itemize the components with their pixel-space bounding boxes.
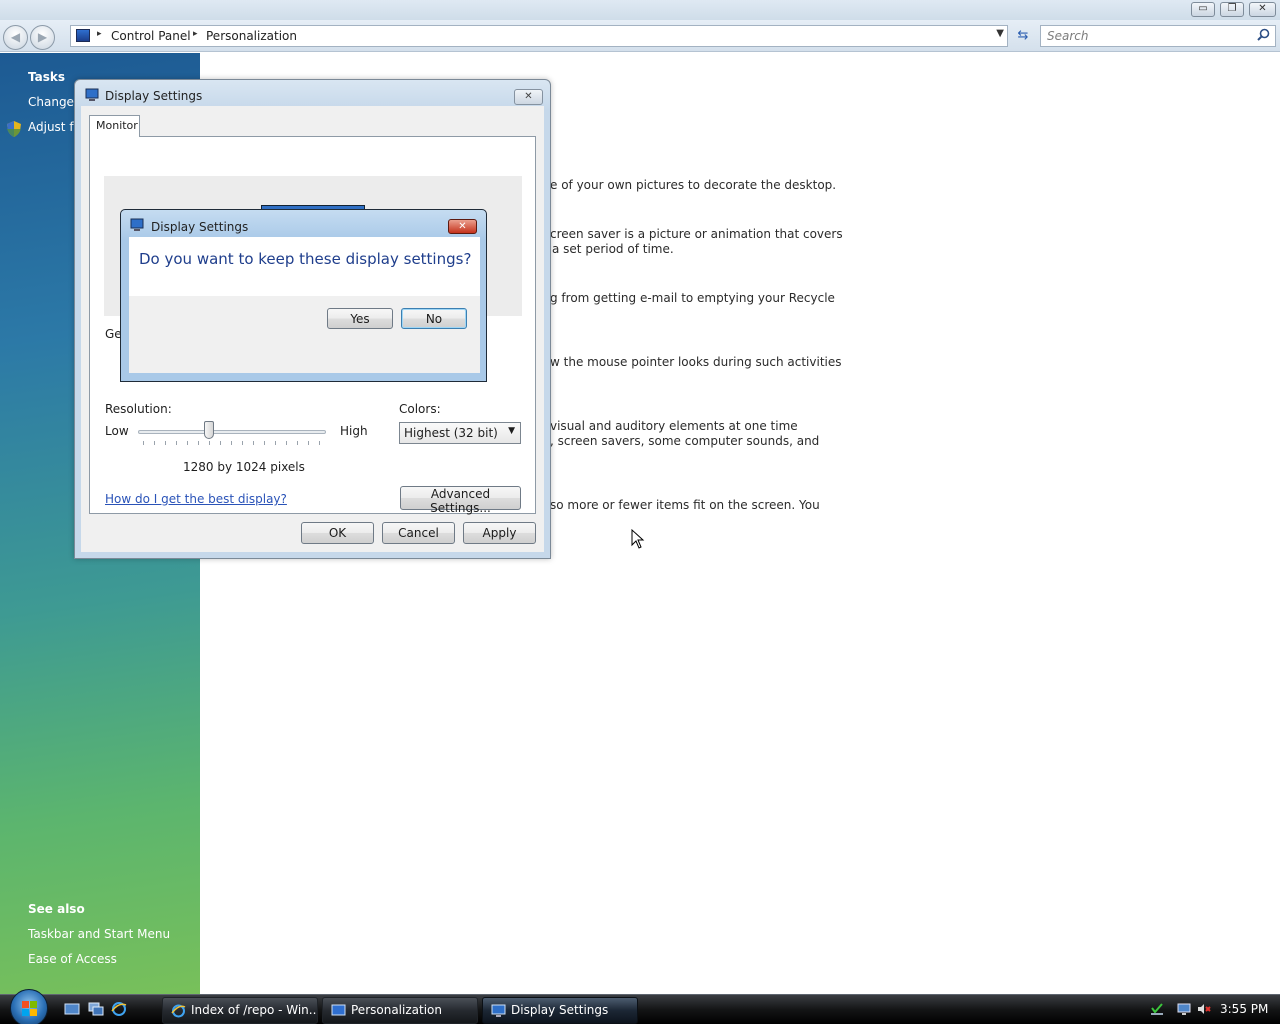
volume-muted-icon[interactable] bbox=[1197, 1002, 1211, 1016]
desc-display-settings: so more or fewer items fit on the screen… bbox=[550, 498, 820, 512]
colors-label: Colors: bbox=[399, 402, 441, 416]
colors-selected-value: Highest (32 bit) bbox=[404, 426, 498, 440]
window-title-bar: ▭ ❐ ✕ bbox=[0, 0, 1280, 20]
display-settings-icon bbox=[85, 88, 99, 101]
taskbar: Index of /repo - Win... Personalization … bbox=[0, 989, 1280, 1024]
desc-sounds: g from getting e-mail to emptying your R… bbox=[550, 291, 835, 305]
slider-tick bbox=[264, 441, 265, 445]
display-settings-icon bbox=[130, 218, 144, 231]
close-button[interactable]: ✕ bbox=[1249, 2, 1276, 17]
slider-tick bbox=[297, 441, 298, 445]
back-icon[interactable]: ◀ bbox=[3, 25, 28, 50]
cancel-button[interactable]: Cancel bbox=[382, 522, 455, 544]
confirm-button-area: Yes No bbox=[129, 296, 480, 373]
help-link[interactable]: How do I get the best display? bbox=[105, 492, 287, 506]
resolution-slider-thumb[interactable] bbox=[204, 421, 214, 439]
see-also-heading: See also bbox=[28, 902, 85, 916]
resolution-low-label: Low bbox=[105, 424, 129, 438]
minimize-button[interactable]: ▭ bbox=[1191, 2, 1215, 17]
taskbar-item-label: Personalization bbox=[351, 1003, 442, 1017]
desc-screen-saver-2: a set period of time. bbox=[552, 242, 674, 256]
slider-tick bbox=[154, 441, 155, 445]
confirm-message-area: Do you want to keep these display settin… bbox=[129, 237, 480, 296]
slider-tick bbox=[308, 441, 309, 445]
slider-tick bbox=[242, 441, 243, 445]
desc-theme-1: visual and auditory elements at one time bbox=[550, 419, 798, 433]
breadcrumb-separator-icon: ▸ bbox=[97, 29, 102, 39]
desc-screen-saver-1: creen saver is a picture or animation th… bbox=[550, 227, 843, 241]
confirm-close-button[interactable]: ✕ bbox=[448, 219, 477, 234]
see-also-ease-of-access[interactable]: Ease of Access bbox=[28, 952, 117, 966]
slider-tick bbox=[198, 441, 199, 445]
slider-tick bbox=[319, 441, 320, 445]
slider-tick bbox=[176, 441, 177, 445]
chevron-down-icon: ▼ bbox=[508, 426, 515, 436]
ok-button[interactable]: OK bbox=[301, 522, 374, 544]
taskbar-item-browser[interactable]: Index of /repo - Win... bbox=[162, 997, 318, 1024]
internet-explorer-icon[interactable] bbox=[111, 1002, 127, 1016]
taskbar-clock[interactable]: 3:55 PM bbox=[1220, 1002, 1268, 1016]
monitor-tray-icon[interactable] bbox=[1177, 1002, 1191, 1016]
slider-tick bbox=[231, 441, 232, 445]
switch-windows-icon[interactable] bbox=[88, 1002, 104, 1016]
taskbar-item-label: Index of /repo - Win... bbox=[191, 1003, 318, 1017]
slider-tick bbox=[253, 441, 254, 445]
resolution-high-label: High bbox=[340, 424, 368, 438]
search-placeholder: Search bbox=[1047, 29, 1089, 43]
taskbar-item-personalization[interactable]: Personalization bbox=[322, 997, 478, 1024]
slider-tick bbox=[286, 441, 287, 445]
slider-tick bbox=[143, 441, 144, 445]
control-panel-icon bbox=[76, 29, 90, 42]
resolution-label: Resolution: bbox=[105, 402, 172, 416]
confirm-dialog: Display Settings ✕ Do you want to keep t… bbox=[120, 209, 487, 382]
breadcrumb-personalization[interactable]: Personalization bbox=[206, 29, 297, 43]
slider-tick bbox=[275, 441, 276, 445]
taskbar-item-label: Display Settings bbox=[511, 1003, 609, 1017]
network-tray-icon[interactable] bbox=[1150, 1002, 1164, 1016]
slider-tick bbox=[209, 441, 210, 445]
refresh-icon[interactable]: ⇆ bbox=[1012, 27, 1034, 45]
tab-monitor[interactable]: Monitor bbox=[89, 115, 140, 137]
display-settings-icon bbox=[491, 1004, 506, 1017]
dialog-title: Display Settings bbox=[105, 89, 203, 103]
slider-tick bbox=[220, 441, 221, 445]
resolution-slider[interactable] bbox=[138, 430, 326, 434]
no-button[interactable]: No bbox=[401, 308, 467, 329]
task-link-change[interactable]: Change bbox=[28, 95, 74, 109]
control-panel-icon bbox=[331, 1004, 346, 1016]
mouse-pointer-icon bbox=[631, 529, 645, 549]
search-input[interactable]: Search bbox=[1040, 25, 1276, 47]
address-bar[interactable]: ▸ Control Panel ▸ Personalization ▼ bbox=[70, 25, 1008, 47]
desc-mouse-pointers: w the mouse pointer looks during such ac… bbox=[550, 355, 842, 369]
advanced-settings-button[interactable]: Advanced Settings... bbox=[400, 486, 521, 515]
start-button[interactable] bbox=[10, 989, 48, 1024]
confirm-question: Do you want to keep these display settin… bbox=[139, 250, 472, 268]
breadcrumb-separator-icon: ▸ bbox=[193, 29, 198, 39]
internet-explorer-icon bbox=[171, 1004, 186, 1018]
show-desktop-icon[interactable] bbox=[64, 1002, 80, 1016]
desc-desktop-background: e of your own pictures to decorate the d… bbox=[550, 178, 837, 192]
see-also-taskbar[interactable]: Taskbar and Start Menu bbox=[28, 927, 170, 941]
navigation-bar: ◀ ▶ ▸ Control Panel ▸ Personalization ▼ … bbox=[0, 20, 1280, 52]
confirm-dialog-title: Display Settings bbox=[151, 220, 249, 234]
windows-logo-icon bbox=[22, 1001, 37, 1016]
tasks-heading: Tasks bbox=[28, 70, 66, 84]
breadcrumb-control-panel[interactable]: Control Panel bbox=[111, 29, 191, 43]
resolution-value: 1280 by 1024 pixels bbox=[183, 460, 305, 474]
yes-button[interactable]: Yes bbox=[327, 308, 393, 329]
taskbar-item-display-settings[interactable]: Display Settings bbox=[482, 997, 638, 1024]
task-link-adjust[interactable]: Adjust fo bbox=[28, 120, 81, 134]
desc-theme-2: , screen savers, some computer sounds, a… bbox=[550, 434, 820, 448]
dialog-close-button[interactable]: ✕ bbox=[514, 89, 543, 105]
search-icon[interactable] bbox=[1257, 28, 1270, 41]
colors-dropdown[interactable]: Highest (32 bit) ▼ bbox=[399, 422, 521, 444]
slider-tick bbox=[187, 441, 188, 445]
shield-icon bbox=[7, 121, 21, 137]
restore-button[interactable]: ❐ bbox=[1220, 2, 1244, 17]
address-dropdown-icon[interactable]: ▼ bbox=[996, 28, 1004, 39]
slider-tick bbox=[165, 441, 166, 445]
apply-button[interactable]: Apply bbox=[463, 522, 536, 544]
forward-icon[interactable]: ▶ bbox=[30, 25, 55, 50]
